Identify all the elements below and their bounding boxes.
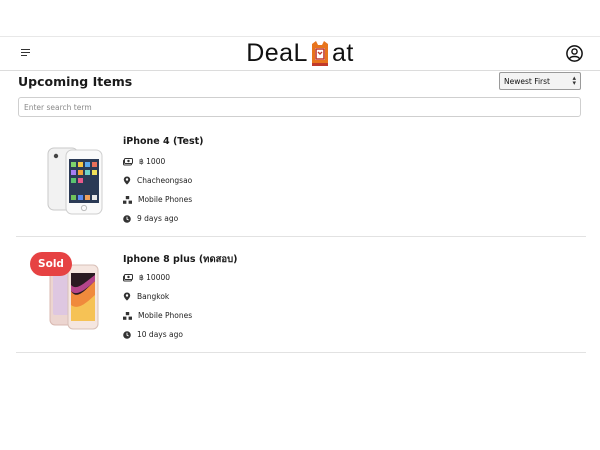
item-location: Chacheongsao (137, 176, 193, 185)
item-price: ฿ 10000 (139, 273, 171, 282)
price-row: ฿ 10000 (123, 273, 170, 282)
location-pin-icon (123, 292, 131, 301)
list-item[interactable]: iPhone 4 (Test) ฿ 1000 Chacheongsao Mobi… (16, 121, 586, 237)
search-input[interactable]: Enter search term (18, 97, 581, 117)
logo-text-left: DeaL (246, 39, 308, 67)
item-title: iPhone 4 (Test) (123, 136, 204, 147)
logo-mark-icon (311, 40, 328, 66)
category-row: Mobile Phones (123, 311, 192, 320)
item-location: Bangkok (137, 292, 170, 301)
item-list: iPhone 4 (Test) ฿ 1000 Chacheongsao Mobi… (16, 121, 586, 353)
item-title: Iphone 8 plus (ทดสอบ) (123, 254, 238, 265)
app-header: DeaL at (0, 36, 600, 71)
sold-badge: Sold (30, 252, 72, 276)
iphone-4-image (47, 147, 103, 215)
top-spacer (0, 0, 600, 36)
money-icon (123, 157, 133, 165)
clock-icon (123, 330, 131, 339)
category-icon (123, 195, 132, 204)
time-row: 9 days ago (123, 214, 178, 223)
sort-select[interactable]: Newest First ▴ ▾ (499, 72, 581, 90)
chevron-updown-icon: ▴ ▾ (572, 74, 576, 87)
item-age: 10 days ago (137, 330, 183, 339)
category-row: Mobile Phones (123, 195, 192, 204)
page-title: Upcoming Items (18, 74, 133, 89)
logo[interactable]: DeaL at (246, 39, 354, 67)
money-icon (123, 273, 133, 281)
clock-icon (123, 214, 131, 223)
account-icon[interactable] (566, 45, 583, 62)
location-row: Chacheongsao (123, 176, 192, 185)
logo-text-right: at (331, 39, 354, 67)
sort-select-value: Newest First (504, 76, 550, 86)
item-price: ฿ 1000 (139, 157, 166, 166)
list-toolbar: Upcoming Items Newest First ▴ ▾ (0, 71, 600, 97)
item-category: Mobile Phones (138, 311, 193, 320)
search-placeholder: Enter search term (24, 102, 92, 112)
category-icon (123, 311, 132, 320)
item-age: 9 days ago (137, 214, 179, 223)
time-row: 10 days ago (123, 330, 183, 339)
location-pin-icon (123, 176, 131, 185)
list-item[interactable]: Sold Iphone 8 plus (ทดสอบ) ฿ 10000 Bangk… (16, 237, 586, 353)
price-row: ฿ 1000 (123, 157, 165, 166)
menu-icon[interactable] (21, 49, 30, 58)
item-category: Mobile Phones (138, 195, 193, 204)
location-row: Bangkok (123, 292, 169, 301)
